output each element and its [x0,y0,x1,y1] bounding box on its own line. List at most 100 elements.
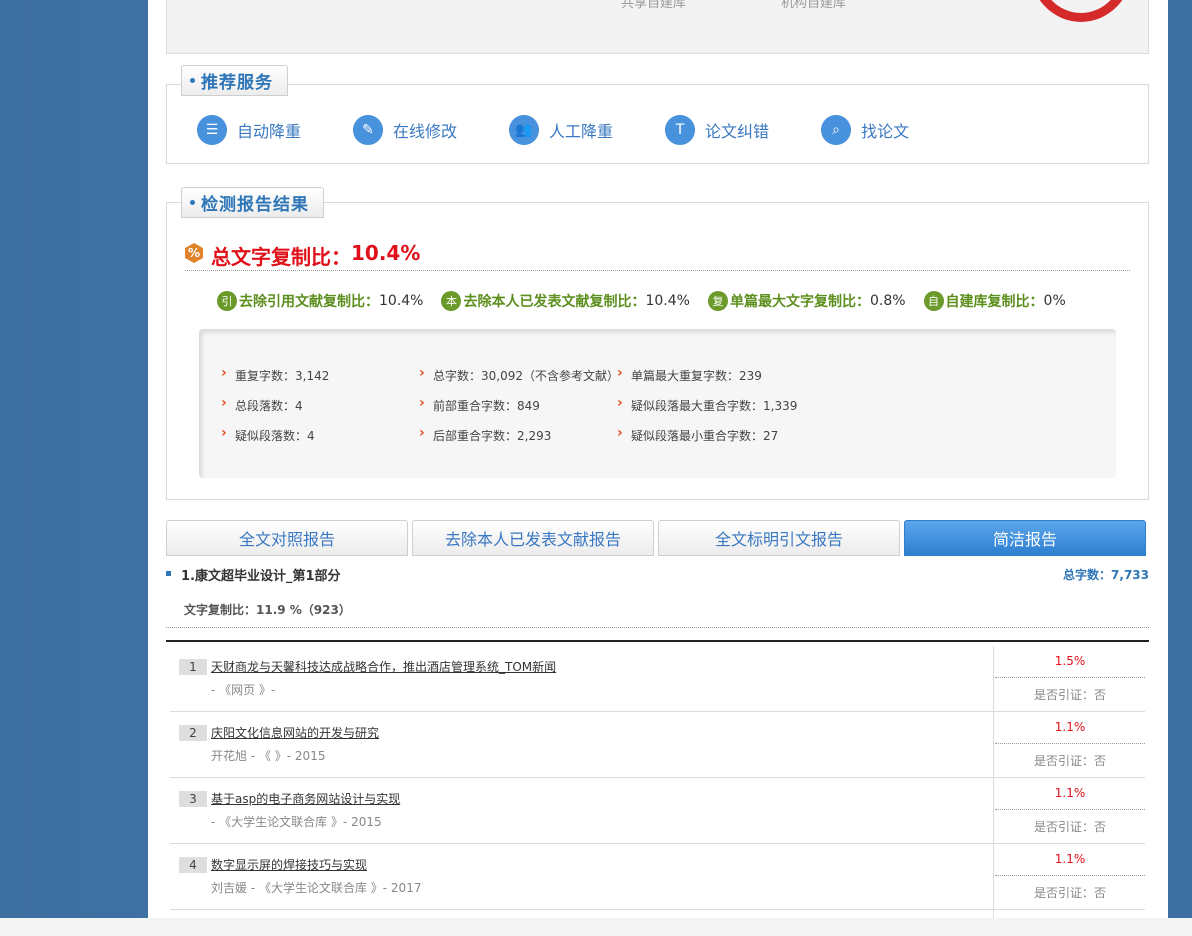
part-copy-ratio: 文字复制比：11.9 %（923） [184,603,351,617]
row-cited: 是否引证：否 [1033,820,1106,834]
row-main: 2 庆阳文化信息网站的开发与研究 开花旭 - 《 》- 2015 [170,712,994,778]
cite-icon: 引 [217,291,237,311]
sort-icon: ☰ [197,115,227,145]
total-copy-ratio: % 总文字复制比： 10.4% [185,241,1130,271]
stat-max-paragraph-overlap: 疑似段落最大重合字数：1,339 [617,395,797,414]
service-label: 自动降重 [237,122,302,141]
row-side: 1.5% 是否引证：否 [995,646,1145,712]
service-label: 论文纠错 [705,122,770,141]
library-icon: 自 [923,291,944,311]
library-label: 机构自建库 [781,0,847,11]
row-main [170,910,994,918]
users-icon: 👥 [509,115,540,145]
row-main: 1 天财商龙与天馨科技达成战略合作，推出酒店管理系统_TOM新闻 - 《网页 》… [170,646,994,712]
services-title-text: 推荐服务 [201,73,273,93]
total-copy-value: 10.4% [351,241,421,265]
title-dot [190,200,195,205]
service-manual-reduce[interactable]: 👥 人工降重 [509,115,613,145]
tab-concise-report[interactable]: 简洁报告 [904,520,1146,556]
services-section-title: 推荐服务 [181,65,288,96]
row-number: 1 [179,659,207,675]
search-icon: ⌕ [821,115,852,145]
sub-metrics: 引 去除引用文献复制比： 10.4% 本 去除本人已发表文献复制比： 10.4%… [217,291,1084,311]
part-bullet [166,571,171,576]
row-title-link[interactable]: 基于asp的电子商务网站设计与实现 [211,790,400,807]
service-label: 人工降重 [549,122,614,141]
metric-exclude-cited: 引 去除引用文献复制比： 10.4% [217,291,423,311]
stat-front-overlap: 前部重合字数：849 [419,395,540,414]
row-main: 3 基于asp的电子商务网站设计与实现 - 《大学生论文联合库 》- 2015 [170,778,994,844]
percent-badge-icon: % [185,243,203,263]
results-section: % 总文字复制比： 10.4% 引 去除引用文献复制比： 10.4% 本 去除本… [166,202,1149,500]
pencil-icon: ✎ [353,115,384,145]
metric-value: 10.4% [645,293,690,309]
row-side: 1.1% 是否引证：否 [995,778,1145,844]
service-proofread[interactable]: T 论文纠错 [665,115,769,145]
stat-min-paragraph-overlap: 疑似段落最小重合字数：27 [617,425,778,444]
metric-label: 去除引用文献复制比： [239,294,379,310]
stat-repeat-chars: 重复字数：3,142 [221,365,329,384]
row-main: 4 数字显示屏的焊接技巧与实现 刘吉媛 - 《大学生论文联合库 》- 2017 [170,844,994,910]
table-row: 3 基于asp的电子商务网站设计与实现 - 《大学生论文联合库 》- 2015 … [170,778,1145,844]
service-label: 在线修改 [393,122,458,141]
report-page: 共享自建库 机构自建库 ☰ 自动降重 ✎ 在线修改 👥 人工降重 T 论文纠错 [148,0,1168,918]
row-source: 刘吉媛 - 《大学生论文联合库 》- 2017 [211,881,422,895]
part-title: 1.康文超毕业设计_第1部分 [181,569,341,584]
services-list: ☰ 自动降重 ✎ 在线修改 👥 人工降重 T 论文纠错 ⌕ 找论文 [197,115,961,145]
library-panel: 共享自建库 机构自建库 [166,0,1149,54]
service-find-paper[interactable]: ⌕ 找论文 [821,115,909,145]
tab-cited-marked[interactable]: 全文标明引文报告 [658,520,900,556]
title-dot [190,78,195,83]
row-percent: 1.1% [995,844,1145,876]
text-icon: T [665,115,696,145]
row-source: 开花旭 - 《 》- 2015 [211,749,326,763]
tab-exclude-self[interactable]: 去除本人已发表文献报告 [412,520,654,556]
stats-panel: 重复字数：3,142 总字数：30,092（不含参考文献） 单篇最大重复字数：2… [199,329,1116,478]
stat-suspect-paragraphs: 疑似段落数：4 [221,425,315,444]
row-source: - 《大学生论文联合库 》- 2015 [211,815,382,829]
row-number: 3 [179,791,207,807]
page-edge [1168,0,1192,918]
metric-value: 0% [1043,293,1066,309]
library-label: 共享自建库 [621,0,687,11]
divider [166,640,1149,642]
part-word-total: 总字数：7,733 [1063,568,1149,582]
metric-label: 单篇最大文字复制比： [729,294,870,310]
row-title-link[interactable]: 天财商龙与天馨科技达成战略合作，推出酒店管理系统_TOM新闻 [211,658,556,675]
tab-full-compare[interactable]: 全文对照报告 [166,520,408,556]
services-section: ☰ 自动降重 ✎ 在线修改 👥 人工降重 T 论文纠错 ⌕ 找论文 [166,84,1149,164]
metric-label: 去除本人已发表文献复制比： [463,294,646,310]
stat-total-chars: 总字数：30,092（不含参考文献） [419,365,619,384]
row-number: 4 [179,857,207,873]
stat-single-max-repeat: 单篇最大重复字数：239 [617,365,762,384]
report-tabs: 全文对照报告 去除本人已发表文献报告 全文标明引文报告 简洁报告 [166,520,1150,556]
self-icon: 本 [441,291,462,311]
table-row: 1 天财商龙与天馨科技达成战略合作，推出酒店管理系统_TOM新闻 - 《网页 》… [170,646,1145,712]
metric-exclude-self: 本 去除本人已发表文献复制比： 10.4% [441,291,690,311]
row-number: 2 [179,725,207,741]
table-row [170,910,1145,918]
duplicate-icon: 复 [707,291,728,311]
metric-custom-library: 自 自建库复制比： 0% [923,291,1066,311]
row-side: 1.1% 是否引证：否 [995,712,1145,778]
row-source: - 《网页 》- [211,683,276,697]
table-row: 2 庆阳文化信息网站的开发与研究 开花旭 - 《 》- 2015 1.1% 是否… [170,712,1145,778]
seal-stamp-icon [1029,0,1133,22]
window-bottom-bar [0,918,1192,936]
row-percent: 1.1% [995,778,1145,810]
metric-single-max: 复 单篇最大文字复制比： 0.8% [707,291,906,311]
row-percent: 1.1% [995,712,1145,744]
metric-value: 10.4% [379,293,424,309]
metric-label: 自建库复制比： [945,294,1044,310]
service-auto-reduce[interactable]: ☰ 自动降重 [197,115,301,145]
results-section-title: 检测报告结果 [181,187,324,218]
row-title-link[interactable]: 数字显示屏的焊接技巧与实现 [211,856,367,873]
service-online-edit[interactable]: ✎ 在线修改 [353,115,457,145]
stat-back-overlap: 后部重合字数：2,293 [419,425,551,444]
row-cited: 是否引证：否 [1033,688,1106,702]
row-percent: 1.5% [995,646,1145,678]
metric-value: 0.8% [869,293,906,309]
table-row: 4 数字显示屏的焊接技巧与实现 刘吉媛 - 《大学生论文联合库 》- 2017 … [170,844,1145,910]
part-header: 1.康文超毕业设计_第1部分 总字数：7,733 [166,565,1149,585]
row-title-link[interactable]: 庆阳文化信息网站的开发与研究 [211,724,379,741]
